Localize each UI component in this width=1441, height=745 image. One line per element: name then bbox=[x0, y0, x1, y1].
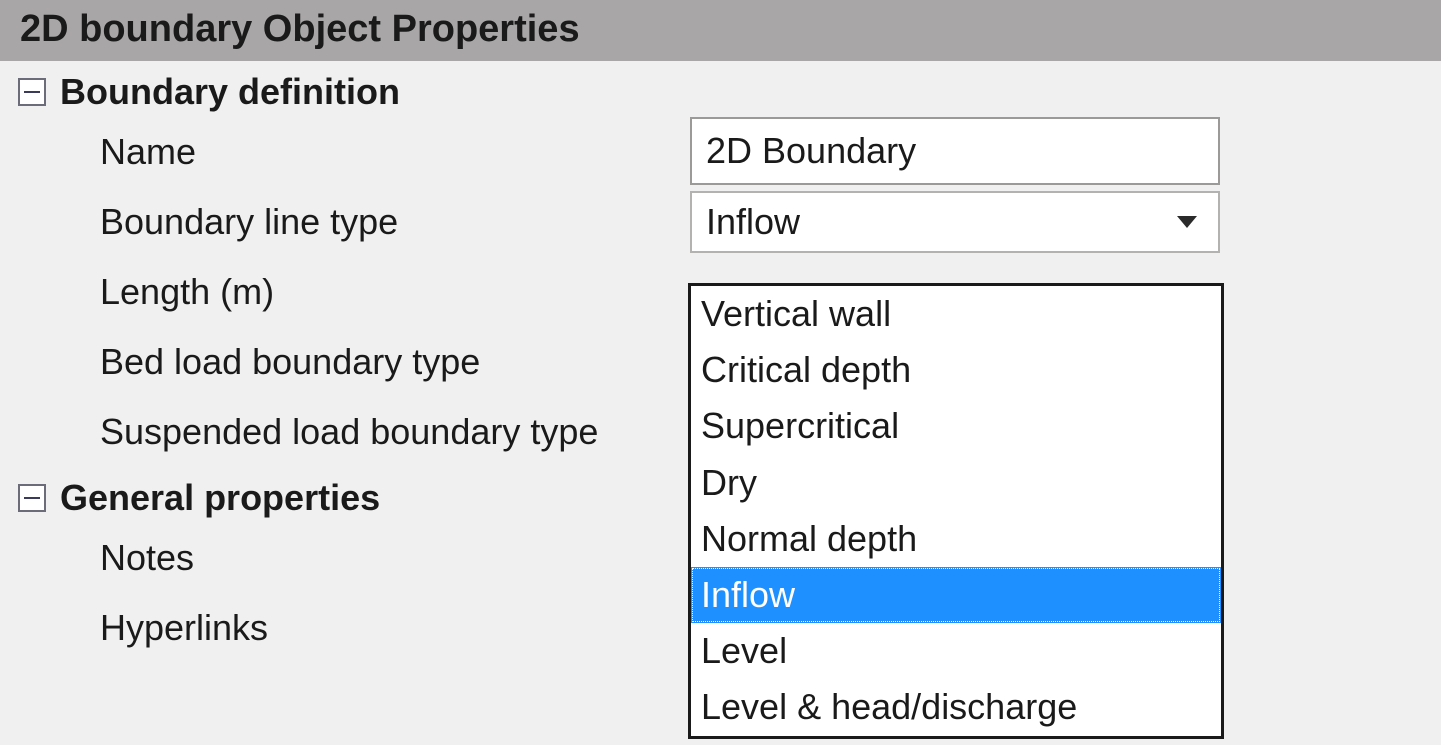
property-label-length: Length (m) bbox=[100, 271, 690, 313]
name-input[interactable] bbox=[690, 117, 1220, 185]
dropdown-option[interactable]: Normal depth bbox=[691, 511, 1221, 567]
property-label-name: Name bbox=[100, 131, 690, 173]
dropdown-selected-value: Inflow bbox=[706, 201, 800, 243]
property-label-bed-load-boundary-type: Bed load boundary type bbox=[100, 341, 690, 383]
panel-title: 2D boundary Object Properties bbox=[0, 0, 1441, 61]
boundary-line-type-dropdown[interactable]: Inflow bbox=[690, 191, 1220, 253]
section-title-boundary-definition: Boundary definition bbox=[60, 71, 400, 113]
collapse-icon[interactable] bbox=[18, 78, 46, 106]
property-label-suspended-load-boundary-type: Suspended load boundary type bbox=[100, 411, 690, 453]
property-label-boundary-line-type: Boundary line type bbox=[100, 201, 690, 243]
dropdown-option[interactable]: Critical depth bbox=[691, 342, 1221, 398]
property-label-notes: Notes bbox=[100, 537, 690, 579]
section-header-boundary-definition[interactable]: Boundary definition bbox=[0, 67, 1441, 117]
dropdown-option[interactable]: Vertical wall bbox=[691, 286, 1221, 342]
property-label-hyperlinks: Hyperlinks bbox=[100, 607, 690, 649]
section-title-general-properties: General properties bbox=[60, 477, 380, 519]
dropdown-option[interactable]: Inflow bbox=[691, 567, 1221, 623]
chevron-down-icon[interactable] bbox=[1158, 193, 1216, 251]
dropdown-option[interactable]: Level bbox=[691, 623, 1221, 679]
collapse-icon[interactable] bbox=[18, 484, 46, 512]
dropdown-option[interactable]: Supercritical bbox=[691, 398, 1221, 454]
property-row-boundary-line-type: Boundary line type Inflow bbox=[0, 187, 1441, 257]
property-row-name: Name bbox=[0, 117, 1441, 187]
dropdown-option[interactable]: Dry bbox=[691, 455, 1221, 511]
boundary-line-type-dropdown-list[interactable]: Vertical wallCritical depthSupercritical… bbox=[688, 283, 1224, 739]
dropdown-option[interactable]: Level & head/discharge bbox=[691, 679, 1221, 735]
